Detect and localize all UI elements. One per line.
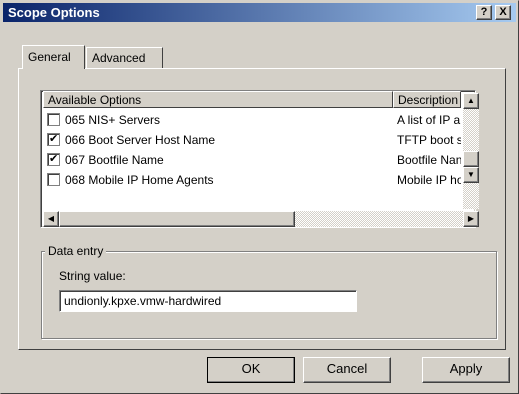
vertical-scroll-thumb[interactable] xyxy=(463,151,479,167)
column-header-description[interactable]: Description xyxy=(393,91,461,108)
tab-general-label: General xyxy=(28,50,71,64)
scope-options-dialog: Scope Options ? X General Advanced Avail… xyxy=(0,0,519,394)
option-name: 068 Mobile IP Home Agents xyxy=(65,173,214,187)
option-name: 067 Bootfile Name xyxy=(65,153,164,167)
option-name: 065 NIS+ Servers xyxy=(65,113,161,127)
window-title: Scope Options xyxy=(8,5,100,20)
cancel-button[interactable]: Cancel xyxy=(303,357,391,383)
close-button[interactable]: X xyxy=(495,5,511,20)
title-bar[interactable]: Scope Options ? X xyxy=(3,3,516,22)
option-description: A list of IP a xyxy=(397,113,461,127)
string-value-label: String value: xyxy=(59,269,126,283)
list-item[interactable]: 067 Bootfile Name Bootfile Nan xyxy=(43,150,461,170)
option-checkbox[interactable] xyxy=(47,113,60,126)
option-checkbox[interactable] xyxy=(47,132,60,146)
vertical-scrollbar[interactable]: ▲ ▼ xyxy=(463,93,479,209)
option-description: Bootfile Nan xyxy=(397,153,461,167)
column-header-available-options[interactable]: Available Options xyxy=(43,91,393,108)
available-options-list[interactable]: Available Options Description 065 NIS+ S… xyxy=(40,90,479,228)
general-tab-panel: Available Options Description 065 NIS+ S… xyxy=(18,68,506,350)
horizontal-scroll-thumb[interactable] xyxy=(59,211,295,227)
string-value-input[interactable] xyxy=(59,290,357,312)
help-button[interactable]: ? xyxy=(476,5,492,20)
tab-advanced-label: Advanced xyxy=(92,51,146,65)
horizontal-scrollbar[interactable]: ◀ ▶ xyxy=(43,211,479,227)
scroll-left-icon[interactable]: ◀ xyxy=(43,211,59,227)
option-checkbox[interactable] xyxy=(47,152,60,166)
tab-advanced[interactable]: Advanced xyxy=(86,47,163,69)
option-checkbox[interactable] xyxy=(47,173,60,186)
list-item[interactable]: 066 Boot Server Host Name TFTP boot s xyxy=(43,130,461,150)
option-description: TFTP boot s xyxy=(397,133,461,147)
scroll-up-icon[interactable]: ▲ xyxy=(463,93,479,109)
option-name: 066 Boot Server Host Name xyxy=(65,133,216,147)
list-item[interactable]: 065 NIS+ Servers A list of IP a xyxy=(43,110,461,130)
scroll-down-icon[interactable]: ▼ xyxy=(463,167,479,183)
ok-button[interactable]: OK xyxy=(207,357,295,383)
data-entry-label: Data entry xyxy=(45,244,107,258)
scroll-right-icon[interactable]: ▶ xyxy=(463,211,479,227)
list-item[interactable]: 068 Mobile IP Home Agents Mobile IP ho xyxy=(43,170,461,190)
apply-button[interactable]: Apply xyxy=(422,357,510,383)
tab-general[interactable]: General xyxy=(22,45,85,69)
option-description: Mobile IP ho xyxy=(397,173,461,187)
